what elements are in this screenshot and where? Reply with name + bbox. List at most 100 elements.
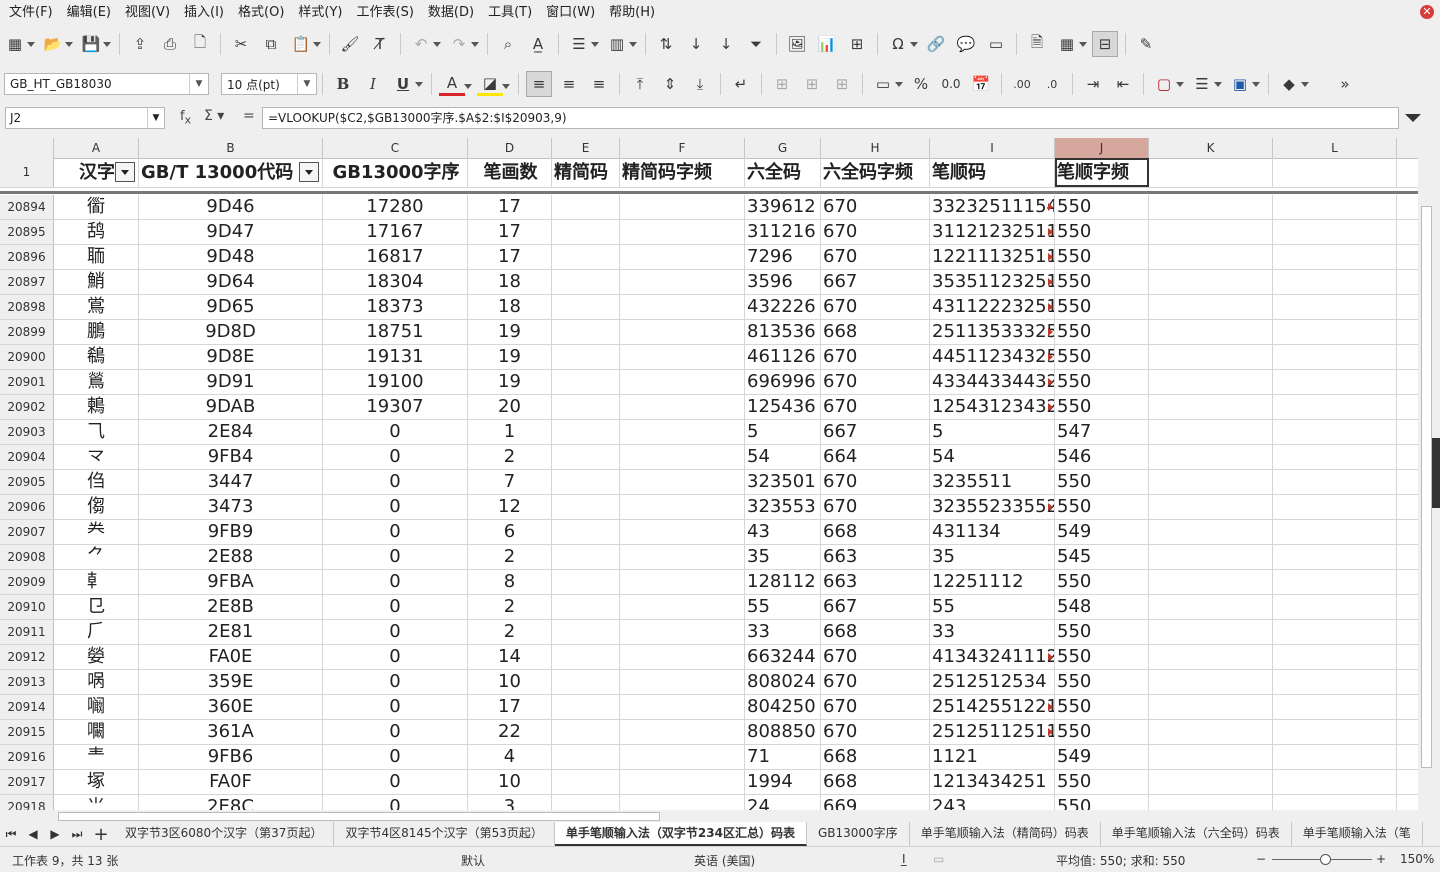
empty-cell[interactable] xyxy=(1273,195,1397,219)
merge-cells-icon[interactable]: ⊞ xyxy=(769,71,795,97)
column-header-h[interactable]: H xyxy=(821,138,930,158)
row-header[interactable]: 20916 xyxy=(0,745,54,769)
stroke-count-cell[interactable]: 10 xyxy=(468,770,552,794)
simplified-code-cell[interactable] xyxy=(552,770,620,794)
six-code-freq-cell[interactable]: 670 xyxy=(821,720,930,744)
column-header-k[interactable]: K xyxy=(1149,138,1273,158)
six-code-cell[interactable]: 663244 xyxy=(745,645,821,669)
simplified-code-cell[interactable] xyxy=(552,595,620,619)
stroke-count-cell[interactable]: 19 xyxy=(468,320,552,344)
row-header[interactable]: 20917 xyxy=(0,770,54,794)
stroke-order-cell[interactable]: 35351123251 xyxy=(930,270,1055,294)
empty-cell[interactable] xyxy=(1273,295,1397,319)
pivot-table-icon[interactable]: ⊞ xyxy=(844,31,870,57)
order-cell[interactable]: 0 xyxy=(323,695,468,719)
order-cell[interactable]: 18751 xyxy=(323,320,468,344)
simplified-code-cell[interactable] xyxy=(552,370,620,394)
stroke-order-cell[interactable]: 31121232511 xyxy=(930,220,1055,244)
empty-cell[interactable] xyxy=(1273,795,1397,810)
stroke-count-cell[interactable]: 19 xyxy=(468,370,552,394)
stroke-count-cell[interactable]: 8 xyxy=(468,570,552,594)
stroke-count-cell[interactable]: 12 xyxy=(468,495,552,519)
stroke-order-cell[interactable]: 12211132511 xyxy=(930,245,1055,269)
six-code-cell[interactable]: 35 xyxy=(745,545,821,569)
close-document-icon[interactable]: ✕ xyxy=(1420,5,1434,19)
stroke-count-cell[interactable]: 2 xyxy=(468,620,552,644)
stroke-order-cell[interactable]: 25142551221 xyxy=(930,695,1055,719)
empty-cell[interactable] xyxy=(1273,420,1397,444)
hanzi-cell[interactable]: 㑳 xyxy=(54,495,139,519)
column-header-b[interactable]: B xyxy=(139,138,323,158)
simplified-code-cell[interactable] xyxy=(552,620,620,644)
stroke-freq-cell[interactable]: 547 xyxy=(1055,420,1149,444)
simplified-freq-cell[interactable] xyxy=(620,670,745,694)
empty-cell[interactable] xyxy=(1149,245,1273,269)
six-code-freq-cell[interactable]: 670 xyxy=(821,495,930,519)
row-header[interactable]: 20915 xyxy=(0,720,54,744)
stroke-freq-cell[interactable]: 550 xyxy=(1055,495,1149,519)
simplified-code-cell[interactable] xyxy=(552,320,620,344)
simplified-freq-cell[interactable] xyxy=(620,495,745,519)
row-header[interactable]: 20907 xyxy=(0,520,54,544)
six-code-freq-cell[interactable]: 670 xyxy=(821,695,930,719)
copy-icon[interactable]: ⧉ xyxy=(258,31,284,57)
hanzi-cell[interactable]: ⺁ xyxy=(54,620,139,644)
simplified-freq-cell[interactable] xyxy=(620,320,745,344)
empty-cell[interactable] xyxy=(1273,470,1397,494)
simplified-code-cell[interactable] xyxy=(552,295,620,319)
six-code-cell[interactable]: 71 xyxy=(745,745,821,769)
clone-format-icon[interactable]: 🖌 xyxy=(337,31,363,57)
empty-cell[interactable] xyxy=(1273,220,1397,244)
decrease-indent-icon[interactable]: ⇤ xyxy=(1110,71,1136,97)
row-header[interactable]: 20904 xyxy=(0,445,54,469)
zoom-in-icon[interactable]: + xyxy=(1376,852,1386,866)
hanzi-cell[interactable]: 塚 xyxy=(54,770,139,794)
stroke-count-cell[interactable]: 17 xyxy=(468,245,552,269)
first-sheet-icon[interactable]: ⏮ xyxy=(0,827,22,842)
hanzi-cell[interactable]: 聏 xyxy=(54,245,139,269)
row-header[interactable]: 20908 xyxy=(0,545,54,569)
percent-format-icon[interactable]: % xyxy=(908,71,934,97)
sort-ascending-icon[interactable]: ↓ xyxy=(683,31,709,57)
stroke-freq-cell[interactable]: 550 xyxy=(1055,720,1149,744)
hanzi-cell[interactable]: 鶫 xyxy=(54,395,139,419)
stroke-freq-cell[interactable]: 550 xyxy=(1055,345,1149,369)
stroke-order-cell[interactable]: 54 xyxy=(930,445,1055,469)
six-code-cell[interactable]: 3596 xyxy=(745,270,821,294)
order-cell[interactable]: 19307 xyxy=(323,395,468,419)
six-code-freq-cell[interactable]: 668 xyxy=(821,745,930,769)
empty-cell[interactable] xyxy=(1149,420,1273,444)
stroke-count-cell[interactable]: 6 xyxy=(468,520,552,544)
unmerge-cells-icon[interactable]: ⊞ xyxy=(829,71,855,97)
code-cell[interactable]: 3473 xyxy=(139,495,323,519)
print-preview-icon[interactable]: 🗋 xyxy=(187,31,213,57)
simplified-freq-cell[interactable] xyxy=(620,370,745,394)
menu-item[interactable]: 编辑(E) xyxy=(62,0,116,26)
clear-format-icon[interactable]: T̸ xyxy=(367,31,393,57)
cut-icon[interactable]: ✂ xyxy=(228,31,254,57)
sort-icon[interactable]: ⇅ xyxy=(653,31,679,57)
code-cell[interactable]: 9FB6 xyxy=(139,745,323,769)
stroke-order-cell[interactable]: 2512512534 xyxy=(930,670,1055,694)
merge-center-icon[interactable]: ⊞ xyxy=(799,71,825,97)
expand-formula-bar-icon[interactable] xyxy=(1405,114,1421,122)
order-cell[interactable]: 0 xyxy=(323,620,468,644)
simplified-code-cell[interactable] xyxy=(552,445,620,469)
six-code-cell[interactable]: 808850 xyxy=(745,720,821,744)
new-icon[interactable]: ▦ xyxy=(2,31,35,57)
empty-cell[interactable] xyxy=(1149,570,1273,594)
code-cell[interactable]: 359E xyxy=(139,670,323,694)
sum-icon[interactable]: Σ ▾ xyxy=(204,108,224,124)
simplified-code-cell[interactable] xyxy=(552,270,620,294)
hanzi-cell[interactable]: 龴 xyxy=(54,445,139,469)
six-code-cell[interactable]: 128112 xyxy=(745,570,821,594)
empty-cell[interactable] xyxy=(1149,158,1273,187)
chevron-down-icon[interactable]: ▼ xyxy=(189,74,208,94)
background-color-icon[interactable]: ◪ xyxy=(477,73,510,96)
code-cell[interactable]: 2E88 xyxy=(139,545,323,569)
six-code-cell[interactable]: 125436 xyxy=(745,395,821,419)
empty-cell[interactable] xyxy=(1149,320,1273,344)
simplified-freq-cell[interactable] xyxy=(620,595,745,619)
column-header-a[interactable]: A xyxy=(54,138,139,158)
stroke-count-cell[interactable]: 18 xyxy=(468,295,552,319)
